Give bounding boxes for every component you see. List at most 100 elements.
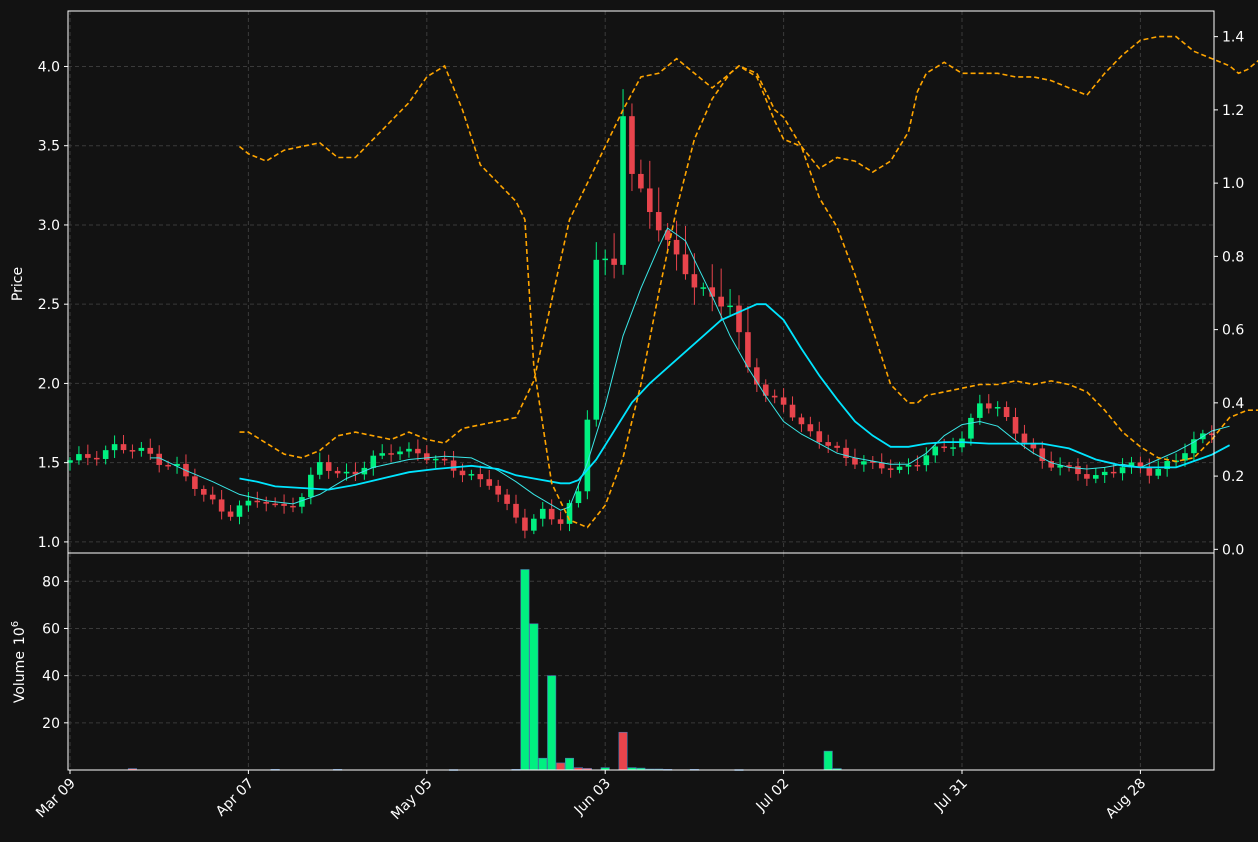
candle-body: [1021, 433, 1028, 443]
candle-body: [245, 500, 252, 506]
candle-body: [914, 464, 921, 467]
candle-body: [531, 518, 537, 531]
right-tick-label: 1.0: [1222, 176, 1244, 192]
candle-body: [129, 450, 136, 452]
candle-body: [905, 464, 912, 467]
candle-body: [432, 458, 439, 461]
candle-body: [852, 458, 858, 465]
candle-body: [486, 479, 493, 486]
candle-body: [887, 468, 894, 470]
candle-body: [468, 474, 475, 476]
candle-body: [165, 464, 171, 467]
candle-body: [281, 503, 287, 506]
right-tick-label: 0.6: [1222, 323, 1244, 339]
candle-body: [1146, 467, 1153, 476]
candle-body: [459, 470, 466, 476]
candle-body: [308, 474, 314, 498]
candle-body: [406, 448, 412, 452]
candle-body: [93, 457, 100, 460]
candle-body: [798, 417, 805, 425]
candle-body: [254, 500, 261, 503]
candle-body: [736, 305, 742, 333]
volume-axis-multiplier: 10: [12, 627, 28, 645]
candle-body: [1119, 467, 1126, 474]
stock-chart: 1.0 1.5 2.0 2.5 3.0 3.5 4.0 0.0 0.2 0.4 0.6 0.8 1.0 1…: [0, 0, 1258, 842]
candle-body: [789, 404, 796, 418]
volume-tick-label: 60: [42, 621, 60, 637]
candle-body: [861, 461, 867, 465]
candle-body: [968, 417, 974, 439]
candle-body: [495, 485, 501, 495]
candle-body: [76, 454, 82, 461]
volume-tick-label: 80: [42, 574, 60, 590]
candle-body: [1003, 407, 1010, 418]
candle-body: [994, 407, 1001, 409]
candle-body: [227, 511, 234, 517]
candle-body: [825, 442, 831, 446]
price-tick-label: 2.5: [38, 297, 60, 313]
candle-body: [272, 503, 278, 506]
candle-body: [620, 116, 626, 265]
candle-body: [923, 455, 930, 466]
candle-body: [201, 488, 207, 495]
candle-body: [932, 446, 939, 456]
candle-body: [1155, 469, 1162, 476]
candle-body: [602, 258, 608, 261]
candle-body: [1012, 417, 1019, 434]
candle-body: [441, 458, 448, 461]
volume-axis-label-text: Volume: [12, 651, 28, 703]
candle-body: [745, 332, 751, 368]
candle-body: [477, 474, 484, 480]
candle-body: [691, 274, 698, 288]
candle-body: [1084, 474, 1090, 479]
candle-body: [102, 450, 109, 459]
candle-body: [397, 451, 403, 455]
candle-body: [816, 431, 823, 443]
candle-body: [807, 424, 814, 432]
right-tick-label: 0.2: [1222, 469, 1244, 485]
candle-body: [1075, 466, 1081, 475]
candle-body: [111, 444, 118, 451]
candle-body: [120, 444, 127, 451]
price-tick-label: 2.0: [38, 376, 60, 392]
volume-bar: [823, 750, 833, 771]
candle-body: [522, 517, 528, 531]
candle-body: [718, 296, 724, 307]
candle-body: [1101, 471, 1108, 476]
right-tick-label: 1.2: [1222, 103, 1244, 119]
candle-body: [504, 494, 510, 504]
candle-body: [209, 494, 216, 500]
candle-body: [896, 466, 903, 470]
price-tick-label: 3.5: [38, 139, 60, 155]
volume-bar: [538, 757, 548, 771]
candle-body: [977, 403, 983, 418]
candle-body: [236, 505, 243, 517]
candle-body: [647, 188, 653, 213]
candle-body: [950, 447, 956, 449]
chart-background: [0, 0, 1258, 842]
candle-body: [593, 259, 600, 420]
candle-body: [138, 447, 145, 451]
price-tick-label: 4.0: [38, 59, 60, 75]
candle-body: [290, 505, 296, 508]
candle-body: [415, 448, 421, 454]
right-tick-label: 0.0: [1222, 542, 1244, 558]
candle-body: [424, 453, 430, 461]
volume-bar: [618, 731, 628, 771]
volume-bar: [565, 757, 575, 771]
price-axis-label: Price: [10, 267, 26, 301]
candle-body: [629, 116, 635, 174]
right-tick-label: 0.8: [1222, 249, 1244, 265]
candle-body: [762, 384, 769, 396]
candle-body: [1093, 475, 1099, 479]
candle-body: [450, 460, 457, 471]
candle-body: [673, 239, 680, 255]
candle-body: [611, 258, 617, 265]
candle-body: [834, 445, 840, 448]
candle-body: [780, 397, 787, 405]
candle-body: [557, 519, 564, 524]
candle-body: [325, 462, 332, 471]
price-tick-label: 1.5: [38, 456, 60, 472]
candle-body: [548, 508, 555, 520]
candle-body: [370, 455, 377, 468]
